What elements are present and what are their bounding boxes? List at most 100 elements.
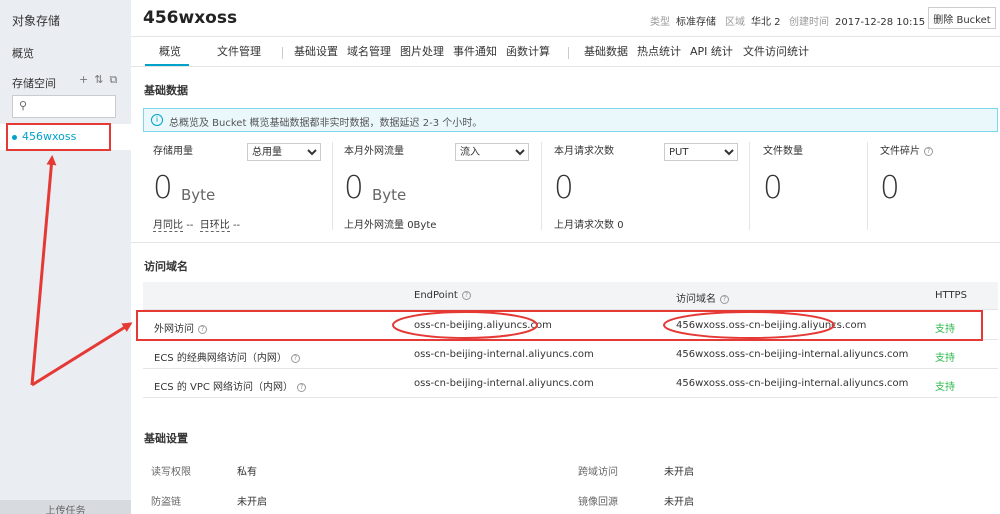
help-icon[interactable]: ? xyxy=(297,382,307,392)
traffic-direction-select[interactable]: 流入 xyxy=(455,143,529,161)
tab-separator xyxy=(282,47,283,59)
stat-divider xyxy=(332,142,333,230)
tab-basic-data[interactable]: 基础数据 xyxy=(584,38,628,66)
col-domain-label: 访问域名 xyxy=(676,294,716,305)
help-icon[interactable]: ? xyxy=(924,146,933,156)
stat-sub: 上月外网流量 0Byte xyxy=(344,216,436,231)
stat-label: 本月请求次数 xyxy=(554,146,614,157)
section-title-domains: 访问域名 xyxy=(144,260,188,273)
row-type-label: ECS 的 VPC 网络访问（内网） xyxy=(154,382,294,393)
table-row: ECS 的 VPC 网络访问（内网）? oss-cn-beijing-inter… xyxy=(143,369,998,398)
tab-overview[interactable]: 概览 xyxy=(159,38,181,66)
help-icon[interactable]: ? xyxy=(290,353,300,363)
sidebar-item-overview[interactable]: 概览 xyxy=(12,45,34,61)
mom-value: -- xyxy=(186,220,194,231)
setting-hotlink-label: 防盗链 xyxy=(151,497,181,508)
setting-rw: 读写权限 私有 xyxy=(151,463,257,478)
setting-mirror-value: 未开启 xyxy=(664,497,694,508)
row-type: 外网访问? xyxy=(154,320,207,335)
sort-icon[interactable]: ⇅ xyxy=(94,73,103,87)
col-https: HTTPS xyxy=(935,290,967,301)
tab-function-compute[interactable]: 函数计算 xyxy=(506,38,550,66)
tab-separator xyxy=(568,47,569,59)
col-endpoint: EndPoint? xyxy=(414,290,471,301)
tab-api-stats[interactable]: API 统计 xyxy=(690,38,733,66)
help-icon[interactable]: ? xyxy=(461,290,471,300)
tab-domain-management[interactable]: 域名管理 xyxy=(347,38,391,66)
row-https-status: 支持 xyxy=(935,324,955,335)
storage-type-select[interactable]: 总用量 xyxy=(247,143,321,161)
last-month-requests-label: 上月请求次数 xyxy=(554,220,614,231)
stat-sub: 上月请求次数 0 xyxy=(554,216,624,231)
last-month-traffic-label: 上月外网流量 xyxy=(344,220,404,231)
section-title-basic-data: 基础数据 xyxy=(144,84,188,97)
header-divider xyxy=(131,36,1000,37)
tab-image-processing[interactable]: 图片处理 xyxy=(400,38,444,66)
section-title-settings: 基础设置 xyxy=(144,432,188,445)
row-type: ECS 的经典网络访问（内网）? xyxy=(154,349,300,364)
meta-region-label: 区域 xyxy=(725,17,745,28)
row-domain: 456wxoss.oss-cn-beijing-internal.aliyunc… xyxy=(676,349,909,360)
help-icon[interactable]: ? xyxy=(198,324,207,334)
tabs-divider xyxy=(131,66,1000,67)
sidebar-bucket-name: 456wxoss xyxy=(22,130,77,143)
table-row: 外网访问? oss-cn-beijing.aliyuncs.com 456wxo… xyxy=(143,311,998,340)
tab-hotspot-stats[interactable]: 热点统计 xyxy=(637,38,681,66)
sidebar-title: 对象存储 xyxy=(12,14,61,28)
mom-label: 月同比 xyxy=(153,220,183,232)
last-month-traffic-value: 0Byte xyxy=(407,220,437,231)
request-type-select[interactable]: PUT xyxy=(664,143,738,161)
stat-value: 0 xyxy=(344,170,364,206)
add-bucket-icon[interactable]: + xyxy=(79,73,88,87)
row-endpoint: oss-cn-beijing-internal.aliyuncs.com xyxy=(414,349,594,360)
stat-unit: Byte xyxy=(181,186,216,204)
upload-task-bar[interactable]: 上传任务 xyxy=(0,500,131,514)
col-endpoint-label: EndPoint xyxy=(414,290,458,301)
tab-file-access-stats[interactable]: 文件访问统计 xyxy=(743,38,809,66)
stat-label-text: 文件碎片 xyxy=(880,146,920,157)
stat-divider xyxy=(541,142,542,230)
setting-hotlink-value: 未开启 xyxy=(237,497,267,508)
tab-basic-settings[interactable]: 基础设置 xyxy=(294,38,338,66)
sidebar-item-bucket[interactable]: 456wxoss xyxy=(0,124,131,150)
stat-divider xyxy=(749,142,750,230)
meta-created-label: 创建时间 xyxy=(789,17,829,28)
tab-file-management[interactable]: 文件管理 xyxy=(217,38,261,66)
sidebar-search: ⚲ xyxy=(12,95,116,118)
row-domain: 456wxoss.oss-cn-beijing-internal.aliyunc… xyxy=(676,378,909,389)
stat-sub: 月同比 -- 日环比 -- xyxy=(153,216,241,232)
delete-bucket-button[interactable]: 删除 Bucket xyxy=(928,7,996,29)
dod-label: 日环比 xyxy=(199,220,230,232)
meta-created: 创建时间 2017-12-28 10:15 xyxy=(789,13,925,28)
col-domain: 访问域名? xyxy=(676,290,729,305)
dod-value: -- xyxy=(232,220,241,231)
stat-label: 文件数量 xyxy=(763,146,803,157)
meta-region: 区域 华北 2 xyxy=(725,13,781,28)
meta-created-value: 2017-12-28 10:15 xyxy=(835,17,926,28)
stat-monthly-traffic: 本月外网流量 流入 0 Byte 上月外网流量 0Byte xyxy=(344,140,534,240)
setting-rw-value: 私有 xyxy=(237,467,257,478)
stat-monthly-requests: 本月请求次数 PUT 0 上月请求次数 0 xyxy=(554,140,744,240)
stats-divider xyxy=(131,242,1000,243)
sidebar-storage-label: 存储空间 xyxy=(12,77,56,90)
setting-rw-label: 读写权限 xyxy=(151,467,191,478)
search-icon: ⚲ xyxy=(19,99,28,112)
table-header: EndPoint? 访问域名? HTTPS xyxy=(143,282,998,310)
stat-label: 本月外网流量 xyxy=(344,146,404,157)
row-type-label: ECS 的经典网络访问（内网） xyxy=(154,353,287,364)
setting-cors-value: 未开启 xyxy=(664,467,694,478)
stat-storage-usage: 存储用量 总用量 0 Byte 月同比 -- 日环比 -- xyxy=(153,140,323,240)
stat-label: 存储用量 xyxy=(153,146,193,157)
bucket-search-input[interactable] xyxy=(33,98,113,115)
tab-event-notification[interactable]: 事件通知 xyxy=(453,38,497,66)
row-domain: 456wxoss.oss-cn-beijing.aliyuncs.com xyxy=(676,320,867,331)
copy-icon[interactable]: ⧉ xyxy=(109,73,117,87)
info-icon: i xyxy=(151,114,163,126)
table-row: ECS 的经典网络访问（内网）? oss-cn-beijing-internal… xyxy=(143,340,998,369)
help-icon[interactable]: ? xyxy=(720,294,729,304)
meta-type-label: 类型 xyxy=(650,17,670,28)
row-endpoint: oss-cn-beijing.aliyuncs.com xyxy=(414,320,552,331)
sidebar-tools: + ⇅ ⧉ xyxy=(79,73,117,87)
row-type-label: 外网访问 xyxy=(154,324,194,335)
info-banner: i 总概览及 Bucket 概览基础数据都非实时数据，数据延迟 2-3 个小时。 xyxy=(143,108,998,132)
